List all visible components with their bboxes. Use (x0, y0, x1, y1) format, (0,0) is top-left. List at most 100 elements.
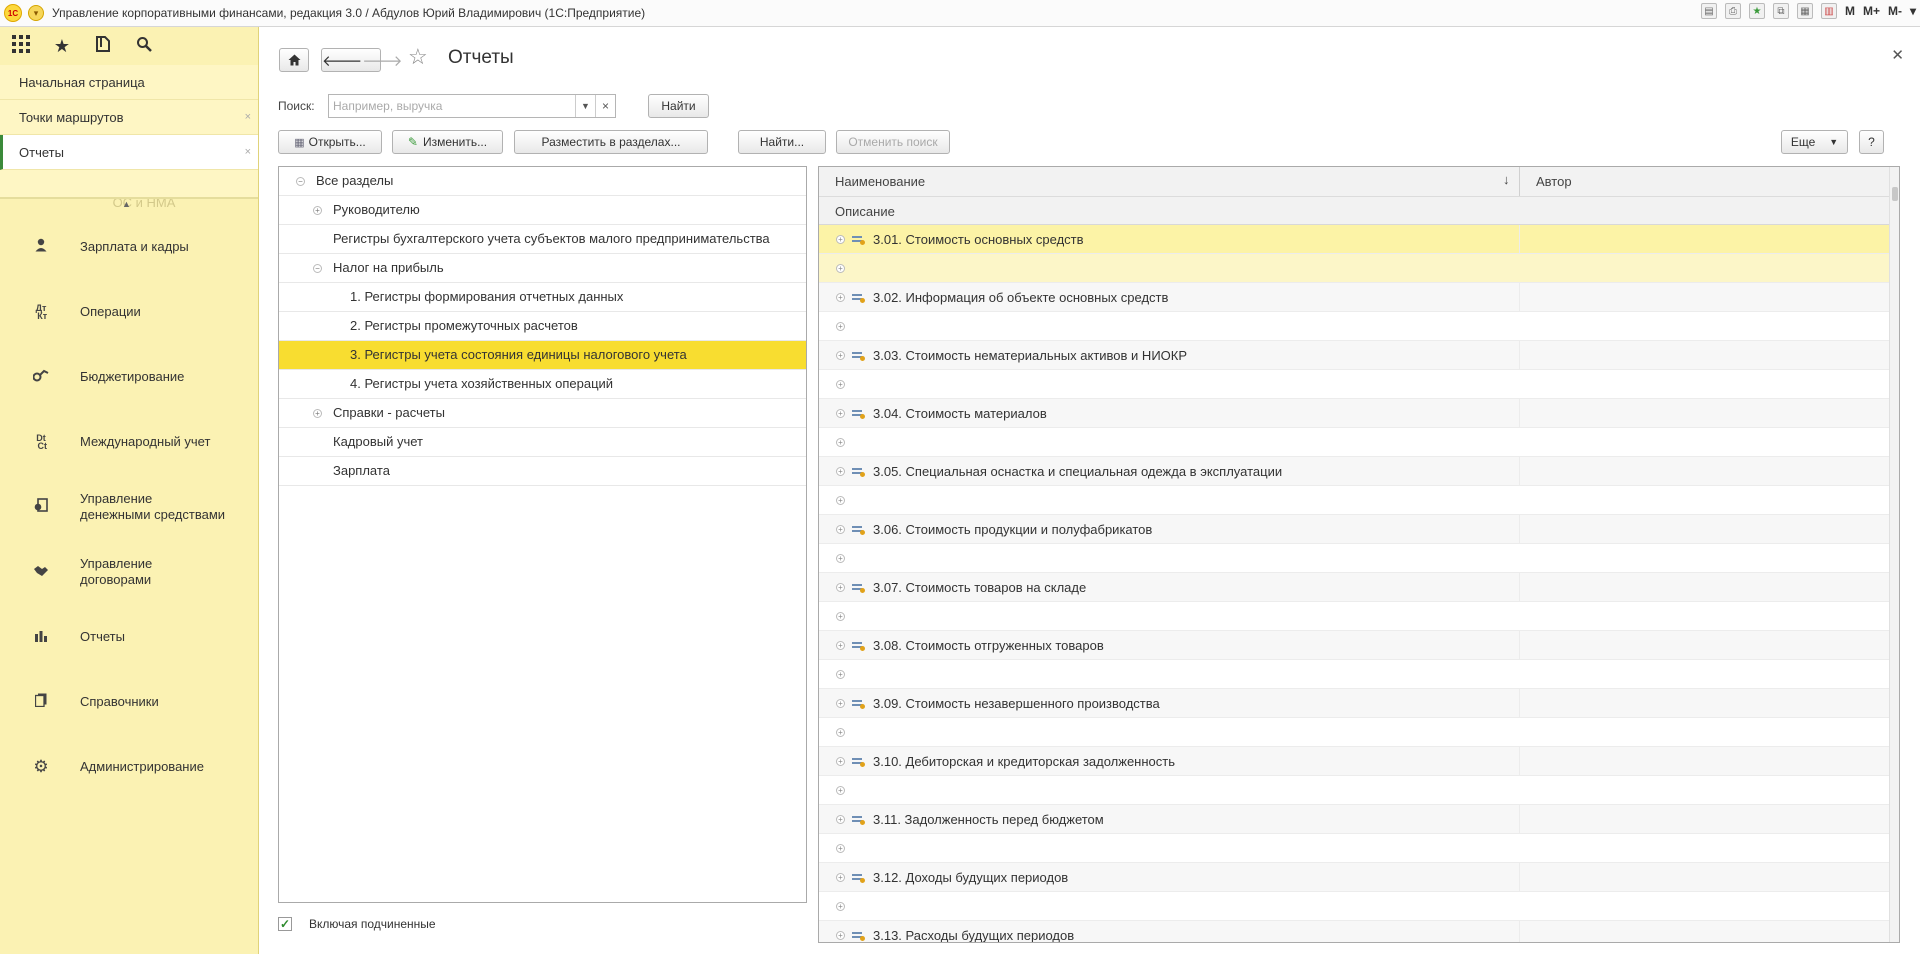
expand-icon[interactable]: + (836, 815, 845, 824)
expand-icon[interactable]: + (836, 235, 845, 244)
tree-row[interactable]: − Налог на прибыль (279, 254, 806, 283)
cancel-search-button[interactable]: Отменить поиск (836, 130, 950, 154)
report-row[interactable]: +3.01. Стоимость основных средств (819, 225, 1899, 254)
section-salary[interactable]: Зарплата и кадры (0, 214, 258, 279)
column-description-header[interactable]: Описание (835, 204, 895, 219)
expand-icon[interactable]: + (836, 844, 845, 853)
expand-icon[interactable]: + (836, 322, 845, 331)
report-row[interactable]: +3.02. Информация об объекте основных ср… (819, 283, 1899, 312)
section-administration[interactable]: ⚙ Администрирование (0, 734, 258, 799)
favorites-icon[interactable]: ★ (1748, 3, 1765, 19)
collapse-icon[interactable]: − (313, 264, 322, 273)
search-input[interactable] (329, 96, 575, 116)
include-subordinate[interactable]: ✓ Включая подчиненные (278, 917, 436, 931)
expand-icon[interactable]: + (313, 409, 322, 418)
section-directories[interactable]: Справочники (0, 669, 258, 734)
section-contracts[interactable]: Управление договорами (0, 539, 258, 604)
memory-plus-button[interactable]: M+ (1863, 4, 1880, 18)
report-row[interactable]: +3.07. Стоимость товаров на складе (819, 573, 1899, 602)
expand-icon[interactable]: + (836, 438, 845, 447)
tree-row-selected[interactable]: 3. Регистры учета состояния единицы нало… (279, 341, 806, 370)
report-description-row[interactable]: + (819, 660, 1899, 689)
section-operations[interactable]: Дт Кт Операции (0, 279, 258, 344)
report-description-row[interactable]: + (819, 834, 1899, 863)
report-description-row[interactable]: + (819, 544, 1899, 573)
search-clear-icon[interactable]: × (595, 95, 615, 117)
report-description-row[interactable]: + (819, 602, 1899, 631)
section-international[interactable]: Dt Ct Международный учет (0, 409, 258, 474)
report-description-row[interactable]: + (819, 312, 1899, 341)
include-subordinate-checkbox[interactable]: ✓ (278, 917, 292, 931)
more-button[interactable]: Еще ▼ (1781, 130, 1848, 154)
add-to-favorites-icon[interactable]: ☆ (408, 44, 428, 70)
expand-icon[interactable]: + (836, 873, 845, 882)
place-in-sections-button[interactable]: Разместить в разделах... (514, 130, 708, 154)
calendar-icon[interactable]: ▥ (1820, 3, 1837, 19)
scroll-thumb[interactable] (1892, 187, 1898, 201)
report-row[interactable]: +3.10. Дебиторская и кредиторская задолж… (819, 747, 1899, 776)
report-description-row[interactable]: + (819, 892, 1899, 921)
section-cash-management[interactable]: Управление денежными средствами (0, 474, 258, 539)
collapse-icon[interactable]: − (296, 177, 305, 186)
search-dropdown-icon[interactable]: ▼ (575, 95, 595, 117)
report-description-row[interactable]: + (819, 428, 1899, 457)
report-row[interactable]: +3.08. Стоимость отгруженных товаров (819, 631, 1899, 660)
home-button[interactable] (279, 48, 309, 72)
help-button[interactable]: ? (1859, 130, 1884, 154)
back-arrow-icon[interactable]: 🡐 (322, 51, 362, 70)
scroll-up-icon[interactable]: ▲ (122, 199, 131, 209)
tree-row[interactable]: 2. Регистры промежуточных расчетов (279, 312, 806, 341)
report-row[interactable]: +3.04. Стоимость материалов (819, 399, 1899, 428)
title-menu-chevron-icon[interactable]: ▾ (1910, 4, 1916, 18)
sort-down-arrow-icon[interactable]: ↓ (1503, 172, 1510, 187)
save-icon[interactable]: ▤ (1700, 3, 1717, 19)
main-menu-button[interactable]: ▾ (28, 5, 44, 21)
section-reports[interactable]: Отчеты (0, 604, 258, 669)
close-icon[interactable]: ✕ (1891, 46, 1904, 64)
expand-icon[interactable]: + (836, 496, 845, 505)
find-button[interactable]: Найти... (738, 130, 826, 154)
open-window-route-points[interactable]: Точки маршрутов × (0, 100, 258, 135)
memory-m-button[interactable]: M (1845, 4, 1855, 18)
expand-icon[interactable]: + (836, 293, 845, 302)
tree-row[interactable]: 1. Регистры формирования отчетных данных (279, 283, 806, 312)
tree-row[interactable]: Зарплата (279, 457, 806, 486)
tree-row[interactable]: − Все разделы (279, 167, 806, 196)
expand-icon[interactable]: + (836, 409, 845, 418)
report-description-row[interactable]: + (819, 370, 1899, 399)
column-name-header[interactable]: Наименование (835, 174, 925, 189)
print-icon[interactable]: ⎙ (1724, 3, 1741, 19)
expand-icon[interactable]: + (836, 612, 845, 621)
all-functions-icon[interactable] (10, 34, 32, 58)
search-find-button[interactable]: Найти (648, 94, 709, 118)
tree-row[interactable]: + Справки - расчеты (279, 399, 806, 428)
report-row[interactable]: +3.11. Задолженность перед бюджетом (819, 805, 1899, 834)
link-icon[interactable]: ⧉ (1772, 3, 1789, 19)
expand-icon[interactable]: + (836, 728, 845, 737)
report-row[interactable]: +3.09. Стоимость незавершенного производ… (819, 689, 1899, 718)
expand-icon[interactable]: + (836, 467, 845, 476)
expand-icon[interactable]: + (836, 699, 845, 708)
open-button[interactable]: ▦ Открыть... (278, 130, 382, 154)
tree-row[interactable]: Кадровый учет (279, 428, 806, 457)
forward-arrow-icon[interactable]: 🡒 (362, 51, 402, 70)
expand-icon[interactable]: + (836, 670, 845, 679)
vertical-scrollbar[interactable] (1889, 167, 1899, 942)
section-budgeting[interactable]: Бюджетирование (0, 344, 258, 409)
edit-button[interactable]: ✎ Изменить... (392, 130, 503, 154)
open-window-home[interactable]: Начальная страница (0, 65, 258, 100)
calculator-icon[interactable]: ▦ (1796, 3, 1813, 19)
favorites-star-icon[interactable]: ★ (51, 36, 73, 57)
tree-row[interactable]: 4. Регистры учета хозяйственных операций (279, 370, 806, 399)
sections-partial-item[interactable]: ОС и НМА ▲ (0, 199, 258, 214)
expand-icon[interactable]: + (836, 554, 845, 563)
expand-icon[interactable]: + (836, 583, 845, 592)
memory-minus-button[interactable]: M- (1888, 4, 1902, 18)
report-description-row[interactable]: + (819, 718, 1899, 747)
expand-icon[interactable]: + (836, 351, 845, 360)
report-description-row[interactable]: + (819, 254, 1899, 283)
history-icon[interactable] (92, 35, 114, 58)
report-row[interactable]: +3.06. Стоимость продукции и полуфабрика… (819, 515, 1899, 544)
close-icon[interactable]: × (245, 100, 251, 135)
column-divider[interactable] (1519, 167, 1520, 196)
